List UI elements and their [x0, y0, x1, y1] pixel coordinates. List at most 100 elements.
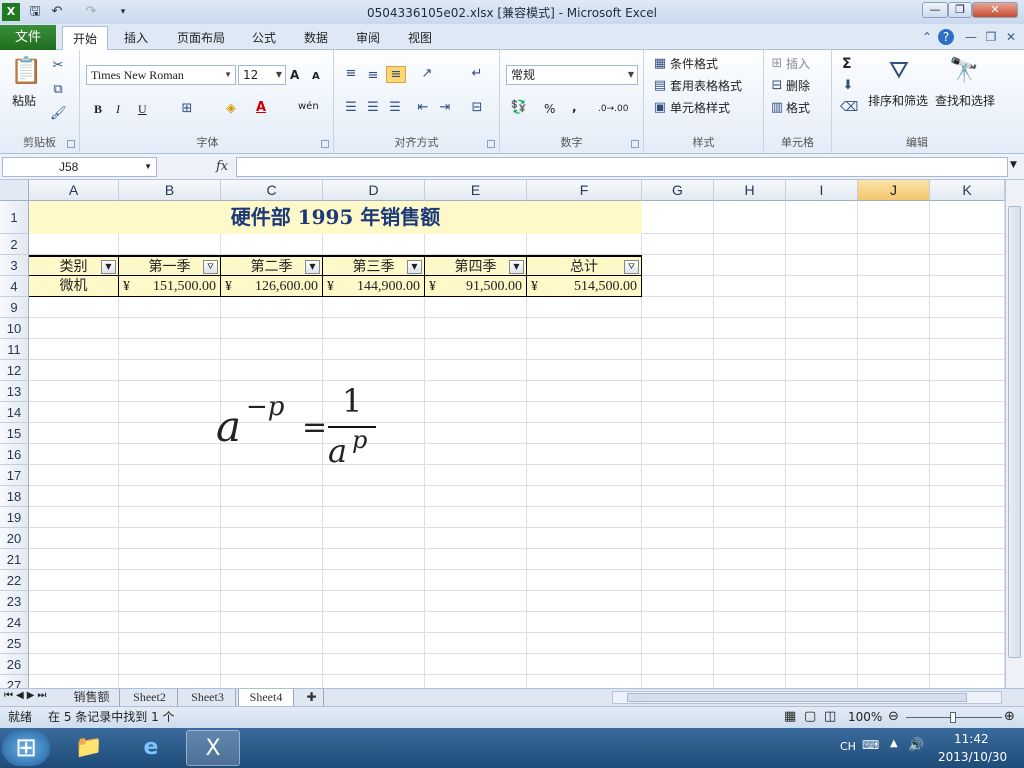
clock-time[interactable]: 11:42: [954, 732, 989, 746]
help-icon[interactable]: ?: [938, 29, 954, 45]
sheet-tab-sheet4[interactable]: Sheet4: [238, 689, 294, 706]
value-cell[interactable]: ¥514,500.00: [527, 276, 642, 297]
align-left-icon[interactable]: ☰: [342, 100, 360, 115]
autosum-button[interactable]: Σ: [842, 55, 852, 73]
name-box[interactable]: J58 ▼: [2, 157, 157, 177]
sheet-nav-icon[interactable]: ⏮◀▶⏭: [4, 690, 49, 701]
header-cell[interactable]: 第三季 ▼: [323, 255, 425, 276]
row-header-9[interactable]: 9: [0, 297, 29, 318]
column-header-h[interactable]: H: [714, 180, 786, 201]
find-select-button[interactable]: 查找和选择: [935, 92, 995, 110]
column-header-d[interactable]: D: [323, 180, 425, 201]
minimize-button[interactable]: —: [922, 2, 948, 18]
tab-page-layout[interactable]: 页面布局: [168, 26, 234, 50]
page-layout-view-icon[interactable]: ▢: [804, 707, 816, 727]
row-header-20[interactable]: 20: [0, 528, 29, 549]
sheet-tab-sales[interactable]: 销售额: [64, 689, 120, 706]
increase-indent-icon[interactable]: ⇥: [436, 100, 454, 115]
tab-data[interactable]: 数据: [296, 26, 336, 50]
column-header-b[interactable]: B: [119, 180, 221, 201]
worksheet-grid[interactable]: ABCDEFGHIJK 1 2 3 4 9 10 11 12 13 14 15 16 17 18 19 20 2…: [0, 180, 1005, 688]
value-cell[interactable]: ¥126,600.00: [221, 276, 323, 297]
column-header-i[interactable]: I: [786, 180, 858, 201]
header-cell[interactable]: 类别 ▼: [29, 255, 119, 276]
row-header-15[interactable]: 15: [0, 423, 29, 444]
workbook-close-icon[interactable]: ✕: [1002, 29, 1020, 45]
row-header-16[interactable]: 16: [0, 444, 29, 465]
font-color-icon[interactable]: A: [252, 100, 270, 115]
alignment-launcher-icon[interactable]: [487, 140, 495, 148]
filter-active-icon[interactable]: ⛛: [624, 260, 639, 274]
keyboard-icon[interactable]: ⌨: [862, 738, 879, 752]
cell-styles-icon[interactable]: ▣: [652, 100, 668, 115]
sort-filter-icon[interactable]: ⛛: [882, 56, 916, 86]
maximize-button[interactable]: ❐: [948, 2, 972, 18]
sheet-title[interactable]: 硬件部 1995 年销售额: [29, 201, 642, 234]
volume-icon[interactable]: 🔊: [908, 738, 924, 753]
clipboard-launcher-icon[interactable]: [67, 140, 75, 148]
grow-font-button[interactable]: A: [290, 66, 299, 84]
number-format-combo[interactable]: 常规 ▼: [506, 65, 638, 85]
wrap-text-icon[interactable]: ↵: [468, 66, 486, 81]
percent-button[interactable]: %: [544, 100, 555, 118]
sort-filter-button[interactable]: 排序和筛选: [868, 92, 928, 110]
normal-view-icon[interactable]: ▦: [784, 707, 796, 727]
zoom-level[interactable]: 100%: [848, 707, 882, 727]
row-header-24[interactable]: 24: [0, 612, 29, 633]
row-header-1[interactable]: 1: [0, 201, 29, 234]
filter-dropdown-icon[interactable]: ▼: [509, 260, 524, 274]
align-bottom-icon[interactable]: ≡: [386, 66, 406, 83]
filter-dropdown-icon[interactable]: ▼: [101, 260, 116, 274]
value-cell[interactable]: ¥144,900.00: [323, 276, 425, 297]
row-header-3[interactable]: 3: [0, 255, 29, 276]
language-indicator[interactable]: CH: [840, 740, 856, 753]
vertical-scroll-thumb[interactable]: [1008, 206, 1021, 658]
header-cell[interactable]: 总计 ⛛: [527, 255, 642, 276]
italic-button[interactable]: I: [116, 100, 120, 118]
underline-button[interactable]: U: [138, 100, 147, 118]
filter-dropdown-icon[interactable]: ▼: [407, 260, 422, 274]
row-header-12[interactable]: 12: [0, 360, 29, 381]
align-right-icon[interactable]: ☰: [386, 100, 404, 115]
font-name-combo[interactable]: Times New Roman ▼: [86, 65, 236, 85]
align-middle-icon[interactable]: ≡: [364, 68, 382, 83]
border-icon[interactable]: ⊞: [178, 101, 196, 116]
clock-date[interactable]: 2013/10/30: [938, 750, 1007, 764]
filter-active-icon[interactable]: ⛛: [203, 260, 218, 274]
format-cells-icon[interactable]: ▥: [770, 100, 784, 115]
sheet-tab-sheet2[interactable]: Sheet2: [122, 689, 178, 706]
expand-formula-icon[interactable]: ▼: [1010, 160, 1017, 170]
tray-expand-icon[interactable]: ▲: [890, 738, 898, 749]
category-cell[interactable]: 微机: [29, 276, 119, 297]
row-header-22[interactable]: 22: [0, 570, 29, 591]
number-launcher-icon[interactable]: [631, 140, 639, 148]
paste-icon[interactable]: 📋: [10, 56, 42, 90]
row-header-14[interactable]: 14: [0, 402, 29, 423]
column-header-k[interactable]: K: [930, 180, 1005, 201]
zoom-slider-thumb[interactable]: [950, 712, 956, 723]
row-header-2[interactable]: 2: [0, 234, 29, 255]
insert-cells-button[interactable]: 插入: [786, 55, 810, 73]
close-button[interactable]: ✕: [972, 2, 1018, 18]
explorer-icon[interactable]: 📁: [62, 730, 116, 766]
column-header-c[interactable]: C: [221, 180, 323, 201]
row-header-4[interactable]: 4: [0, 276, 29, 297]
comma-button[interactable]: ,: [572, 98, 577, 116]
row-header-13[interactable]: 13: [0, 381, 29, 402]
tab-home[interactable]: 开始: [62, 26, 108, 50]
column-header-e[interactable]: E: [425, 180, 527, 201]
clear-icon[interactable]: ⌫: [840, 100, 858, 115]
column-header-j[interactable]: J: [858, 180, 930, 201]
paste-button[interactable]: 粘贴: [12, 92, 36, 110]
conditional-format-button[interactable]: 条件格式: [670, 55, 718, 73]
row-header-26[interactable]: 26: [0, 654, 29, 675]
row-header-21[interactable]: 21: [0, 549, 29, 570]
zoom-out-icon[interactable]: ⊖: [888, 707, 899, 727]
row-header-10[interactable]: 10: [0, 318, 29, 339]
tab-formulas[interactable]: 公式: [244, 26, 284, 50]
sheet-tab-sheet3[interactable]: Sheet3: [180, 689, 236, 706]
format-table-icon[interactable]: ▤: [652, 78, 668, 93]
workbook-minimize-icon[interactable]: —: [962, 29, 980, 45]
row-header-18[interactable]: 18: [0, 486, 29, 507]
decrease-indent-icon[interactable]: ⇤: [414, 100, 432, 115]
